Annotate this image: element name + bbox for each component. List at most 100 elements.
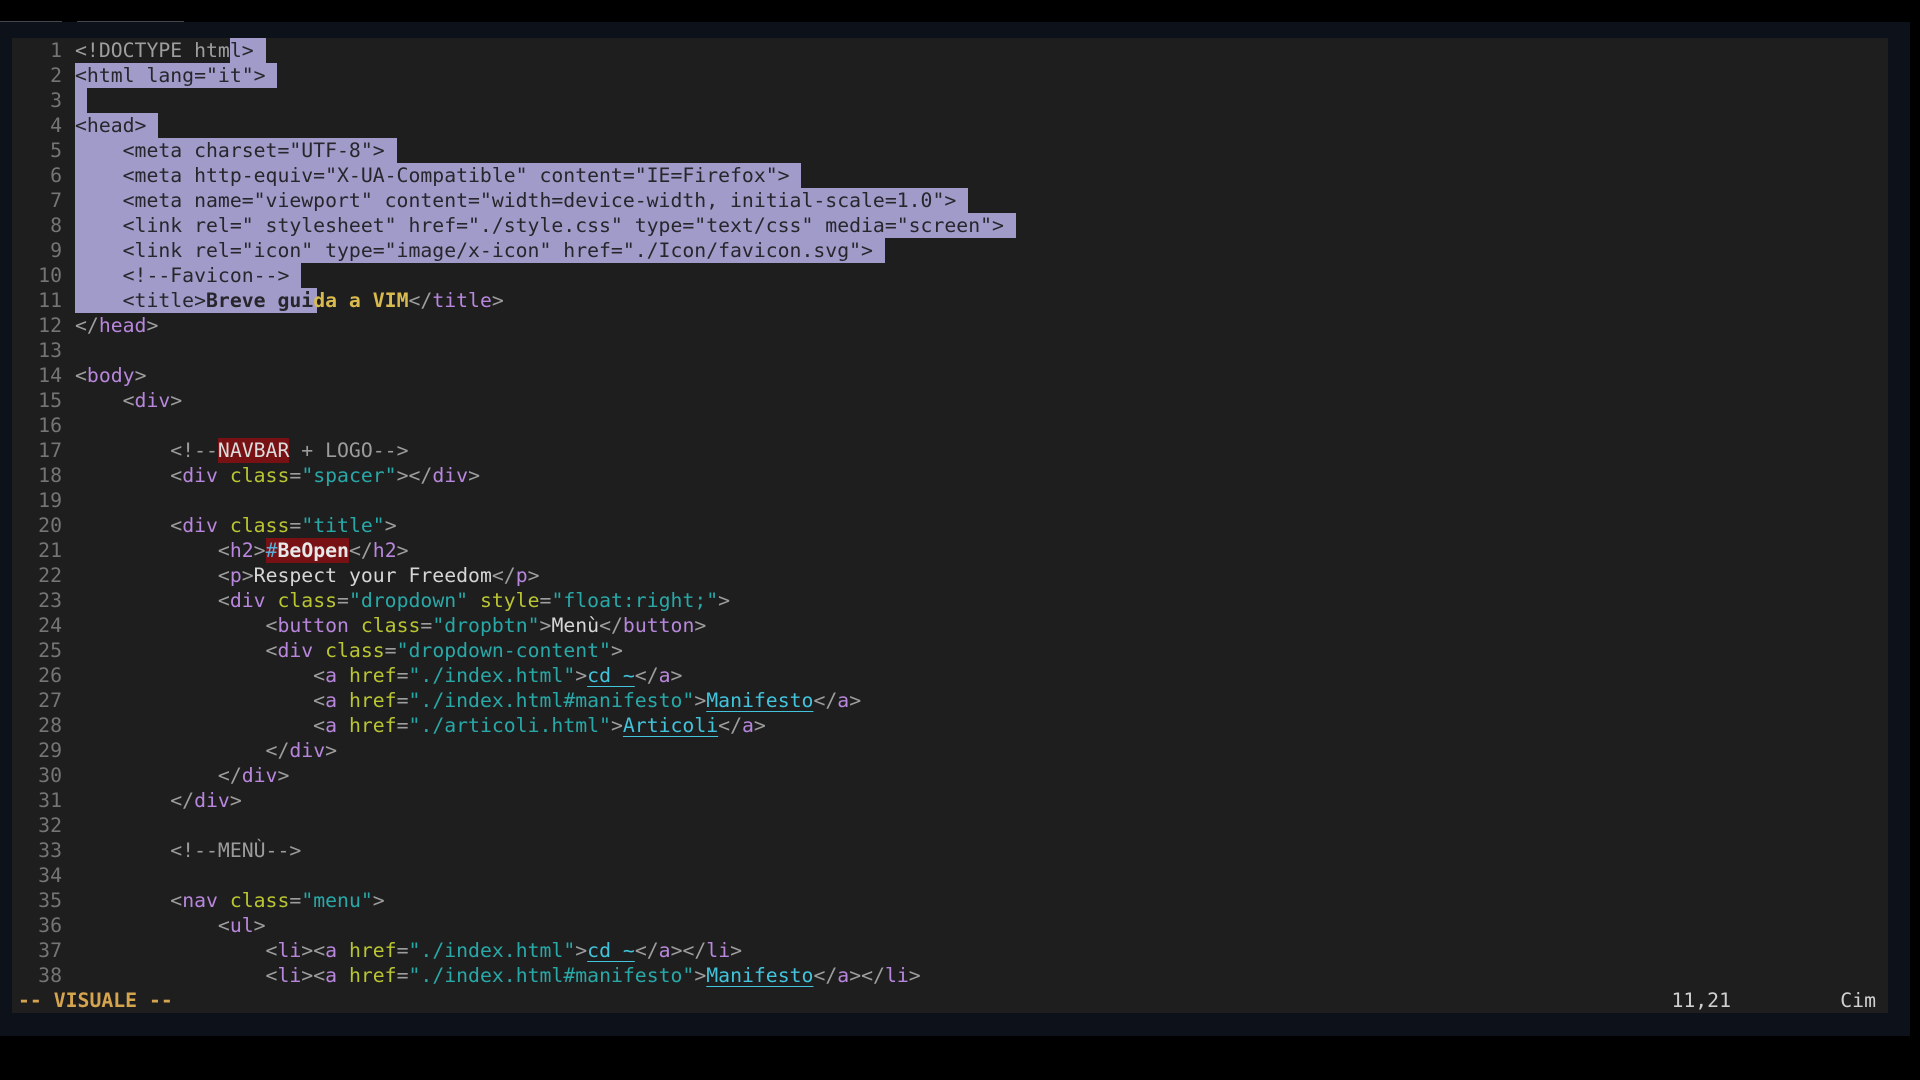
code-segment: Articoli	[623, 713, 718, 738]
code-line: 14<body>	[12, 363, 1888, 388]
code-segment: >	[254, 538, 266, 563]
code-segment: a	[659, 938, 671, 963]
line-number: 2	[12, 63, 62, 88]
code-segment: h2	[230, 538, 254, 563]
code-segment: >	[385, 513, 397, 538]
code-segment: class	[218, 463, 289, 488]
line-number: 26	[12, 663, 62, 688]
code-segment: <link rel=" stylesheet" href="./style.cs…	[75, 213, 1016, 238]
code-segment: body	[87, 363, 135, 388]
code-line: 10 <!--Favicon-->	[12, 263, 1888, 288]
code-line: 28 <a href="./articoli.html">Articoli</a…	[12, 713, 1888, 738]
code-segment: a	[742, 713, 754, 738]
code-segment: >	[492, 288, 504, 313]
code-segment: >	[671, 663, 683, 688]
code-segment: Breve gui	[206, 288, 313, 313]
code-segment: ><	[301, 938, 325, 963]
code-segment: div	[432, 463, 468, 488]
code-line: 11 <title>Breve guida a VIM</title>	[12, 288, 1888, 313]
code-area[interactable]: 1<!DOCTYPE html> 2<html lang="it"> 3 4<h…	[12, 38, 1888, 988]
code-line: 37 <li><a href="./index.html">cd ~</a></…	[12, 938, 1888, 963]
code-segment: <	[75, 513, 182, 538]
code-segment: >	[575, 938, 587, 963]
code-segment: </	[492, 563, 516, 588]
code-segment: "dropbtn"	[432, 613, 539, 638]
code-segment: #	[266, 538, 278, 563]
code-segment: >	[146, 313, 158, 338]
code-segment: <	[75, 613, 277, 638]
line-number: 38	[12, 963, 62, 988]
code-segment: head	[99, 313, 147, 338]
line-number: 30	[12, 763, 62, 788]
code-segment: "./articoli.html"	[409, 713, 611, 738]
line-number: 20	[12, 513, 62, 538]
code-line: 20 <div class="title">	[12, 513, 1888, 538]
code-segment: </	[75, 738, 289, 763]
code-segment: Manifesto	[706, 963, 813, 988]
code-segment: </	[635, 938, 659, 963]
code-segment: <	[75, 363, 87, 388]
code-segment: >	[277, 763, 289, 788]
code-line: 26 <a href="./index.html">cd ~</a>	[12, 663, 1888, 688]
code-segment: "dropdown"	[349, 588, 468, 613]
code-segment: <	[75, 588, 230, 613]
line-number: 1	[12, 38, 62, 63]
code-segment: class	[349, 613, 420, 638]
code-segment: + LOGO-->	[289, 438, 408, 463]
desktop-background: 1<!DOCTYPE html> 2<html lang="it"> 3 4<h…	[0, 0, 1920, 1080]
code-line: 3	[12, 88, 1888, 113]
code-segment: "title"	[301, 513, 384, 538]
code-segment: <!--MENÙ-->	[75, 838, 301, 863]
code-segment: "dropdown-content"	[397, 638, 611, 663]
code-segment: <!--	[75, 438, 218, 463]
line-number: 15	[12, 388, 62, 413]
code-segment: button	[277, 613, 348, 638]
code-segment: >	[230, 788, 242, 813]
code-segment: button	[623, 613, 694, 638]
code-segment: <	[75, 563, 230, 588]
code-segment: <	[75, 388, 135, 413]
code-segment: >	[540, 613, 552, 638]
code-segment: <	[75, 963, 277, 988]
code-line: 2<html lang="it">	[12, 63, 1888, 88]
code-line: 9 <link rel="icon" type="image/x-icon" h…	[12, 238, 1888, 263]
code-segment: >	[754, 713, 766, 738]
code-segment: </	[635, 663, 659, 688]
code-segment: </	[75, 763, 242, 788]
code-line: 7 <meta name="viewport" content="width=d…	[12, 188, 1888, 213]
vim-editor[interactable]: 1<!DOCTYPE html> 2<html lang="it"> 3 4<h…	[12, 38, 1888, 1013]
code-line: 22 <p>Respect your Freedom</p>	[12, 563, 1888, 588]
code-line: 16	[12, 413, 1888, 438]
code-segment: "./index.html#manifesto"	[409, 963, 695, 988]
code-segment: </	[813, 688, 837, 713]
code-line: 17 <!--NAVBAR + LOGO-->	[12, 438, 1888, 463]
code-segment: <	[75, 913, 230, 938]
code-segment: a	[325, 713, 337, 738]
line-number: 8	[12, 213, 62, 238]
code-segment: div	[277, 638, 313, 663]
code-line: 12</head>	[12, 313, 1888, 338]
code-segment: title	[432, 288, 492, 313]
code-segment: a	[325, 938, 337, 963]
code-line: 35 <nav class="menu">	[12, 888, 1888, 913]
code-segment: div	[182, 513, 218, 538]
code-segment: "./index.html"	[409, 938, 576, 963]
terminal-window: 1<!DOCTYPE html> 2<html lang="it"> 3 4<h…	[0, 22, 1910, 1036]
code-segment: >	[397, 538, 409, 563]
line-number: 34	[12, 863, 62, 888]
code-segment: p	[230, 563, 242, 588]
code-segment: =	[289, 463, 301, 488]
code-segment: href	[337, 963, 397, 988]
code-segment: a	[325, 963, 337, 988]
code-segment: =	[397, 963, 409, 988]
code-segment: =	[397, 688, 409, 713]
code-segment: <	[75, 688, 325, 713]
line-number: 11	[12, 288, 62, 313]
code-segment: >	[528, 563, 540, 588]
line-number: 14	[12, 363, 62, 388]
code-segment: <	[75, 938, 277, 963]
code-segment: >	[694, 963, 706, 988]
code-segment: href	[337, 688, 397, 713]
line-number: 4	[12, 113, 62, 138]
code-segment: =	[420, 613, 432, 638]
